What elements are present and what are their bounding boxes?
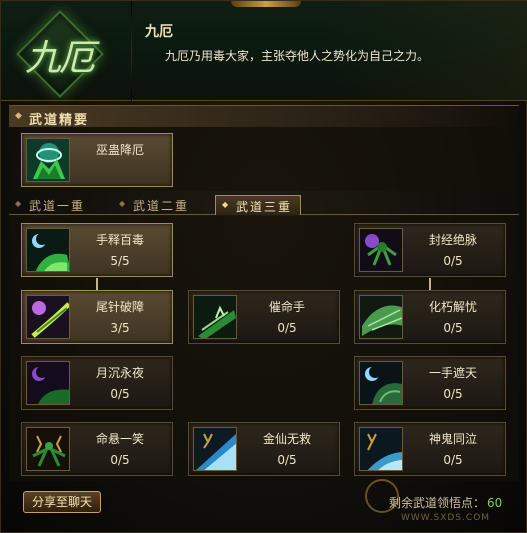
emblem-glyph: 九厄 (24, 38, 95, 79)
remaining-points-value: 60 (487, 496, 503, 510)
tab-tier-2[interactable]: ◆ 武道二重 (113, 195, 197, 215)
golden-blade-icon (193, 427, 237, 471)
remaining-points-label: 剩余武道领悟点： (389, 496, 486, 510)
skill-card[interactable]: 封经绝脉 0/5 (354, 223, 506, 277)
tier-tabs: ◆ 武道一重 ◆ 武道二重 ◆ 武道三重 (9, 193, 519, 215)
skill-card[interactable]: 催命手 0/5 (188, 290, 340, 344)
skill-card[interactable]: 金仙无救 0/5 (188, 422, 340, 476)
skill-card[interactable]: 尾针破障 3/5 (21, 290, 173, 344)
moon-night-icon (26, 361, 70, 405)
watermark-url: WWW.SXDS.COM (401, 513, 491, 523)
share-to-chat-button[interactable]: 分享至聊天 (23, 491, 101, 513)
sect-title: 九厄 (145, 24, 173, 40)
skill-card[interactable]: 化朽解忧 0/5 (354, 290, 506, 344)
laughing-demon-icon (26, 427, 70, 471)
essentials-header: ◆ 武道精要 (9, 105, 519, 128)
martial-path-window: 九厄 九厄 九厄乃用毒大家，主张夺他人之势化为自己之力。 ◆ 武道精要 巫蛊降厄… (0, 0, 527, 533)
wing-leaf-icon (359, 295, 403, 339)
top-ornament (231, 1, 301, 7)
skill-card[interactable]: 神鬼同泣 0/5 (354, 422, 506, 476)
skill-card[interactable]: 一手遮天 0/5 (354, 356, 506, 410)
moon-poison-icon (26, 228, 70, 272)
mask-poison-icon (26, 138, 70, 182)
essentials-label: 武道精要 (29, 113, 90, 128)
ghost-trident-icon (359, 427, 403, 471)
spider-demon-icon (359, 228, 403, 272)
skill-card[interactable]: 月沉永夜 0/5 (21, 356, 173, 410)
skill-card[interactable]: 手释百毒 5/5 (21, 223, 173, 277)
sect-header: 九厄 九厄 九厄乃用毒大家，主张夺他人之势化为自己之力。 (1, 1, 527, 101)
sect-description: 九厄乃用毒大家，主张夺他人之势化为自己之力。 (165, 49, 430, 63)
remaining-points: 剩余武道领悟点： 60 (389, 494, 502, 511)
shadow-hand-icon (359, 361, 403, 405)
claw-strike-icon (193, 295, 237, 339)
essential-skill-card[interactable]: 巫蛊降厄 (21, 133, 173, 187)
skill-card[interactable]: 命悬一笑 0/5 (21, 422, 173, 476)
sect-emblem-icon: 九厄 (13, 10, 105, 101)
needle-tail-icon (26, 295, 70, 339)
essential-skill-name: 巫蛊降厄 (95, 143, 144, 157)
tab-tier-3[interactable]: ◆ 武道三重 (215, 195, 302, 215)
tab-tier-1[interactable]: ◆ 武道一重 (9, 195, 93, 215)
